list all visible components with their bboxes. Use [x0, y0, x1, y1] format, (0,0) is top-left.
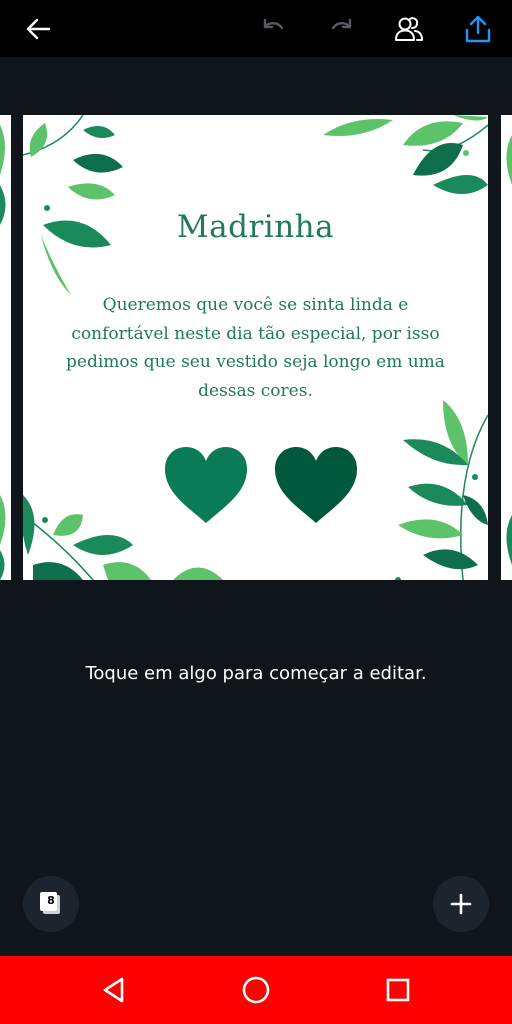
pages-button[interactable]: 8 — [23, 876, 79, 932]
leaf-decoration — [506, 135, 512, 565]
body-line: confortável neste dia tão especial, por … — [71, 323, 440, 344]
add-button[interactable] — [433, 876, 489, 932]
previous-page-preview[interactable] — [0, 115, 11, 580]
card-title[interactable]: Madrinha — [23, 209, 488, 245]
arrow-left-icon — [26, 18, 51, 40]
square-recents-icon — [386, 978, 410, 1002]
editor-canvas-area[interactable]: Madrinha Queremos que você se sinta lind… — [0, 57, 512, 956]
export-button[interactable] — [457, 8, 499, 50]
undo-icon — [263, 18, 284, 30]
plus-icon — [450, 893, 472, 915]
triangle-back-icon — [103, 977, 124, 1003]
redo-icon — [331, 18, 352, 30]
back-button[interactable] — [17, 8, 59, 50]
nav-recents-button[interactable] — [378, 970, 418, 1010]
share-people-button[interactable] — [388, 8, 430, 50]
color-swatch-heart-1[interactable] — [163, 445, 249, 525]
top-toolbar — [0, 0, 512, 57]
circle-home-icon — [242, 976, 270, 1004]
color-swatch-heart-2[interactable] — [273, 445, 359, 525]
redo-button[interactable] — [321, 8, 363, 50]
body-line: pedimos que seu vestido seja longo em um… — [66, 352, 445, 372]
next-page-preview[interactable] — [501, 115, 512, 580]
people-icon — [395, 17, 423, 41]
card-body-text[interactable]: Queremos que você se sinta linda e confo… — [63, 291, 448, 405]
design-page[interactable]: Madrinha Queremos que você se sinta lind… — [23, 115, 488, 580]
nav-back-button[interactable] — [94, 970, 134, 1010]
upload-icon — [465, 15, 491, 43]
system-navigation-bar — [0, 956, 512, 1024]
edit-hint-text: Toque em algo para começar a editar. — [85, 663, 427, 684]
body-line: Queremos que você se sinta linda e — [102, 295, 409, 315]
leaf-decoration — [0, 125, 6, 580]
page-count: 8 — [47, 894, 55, 907]
body-line: dessas cores. — [198, 380, 313, 401]
nav-home-button[interactable] — [236, 970, 276, 1010]
undo-button[interactable] — [252, 8, 294, 50]
